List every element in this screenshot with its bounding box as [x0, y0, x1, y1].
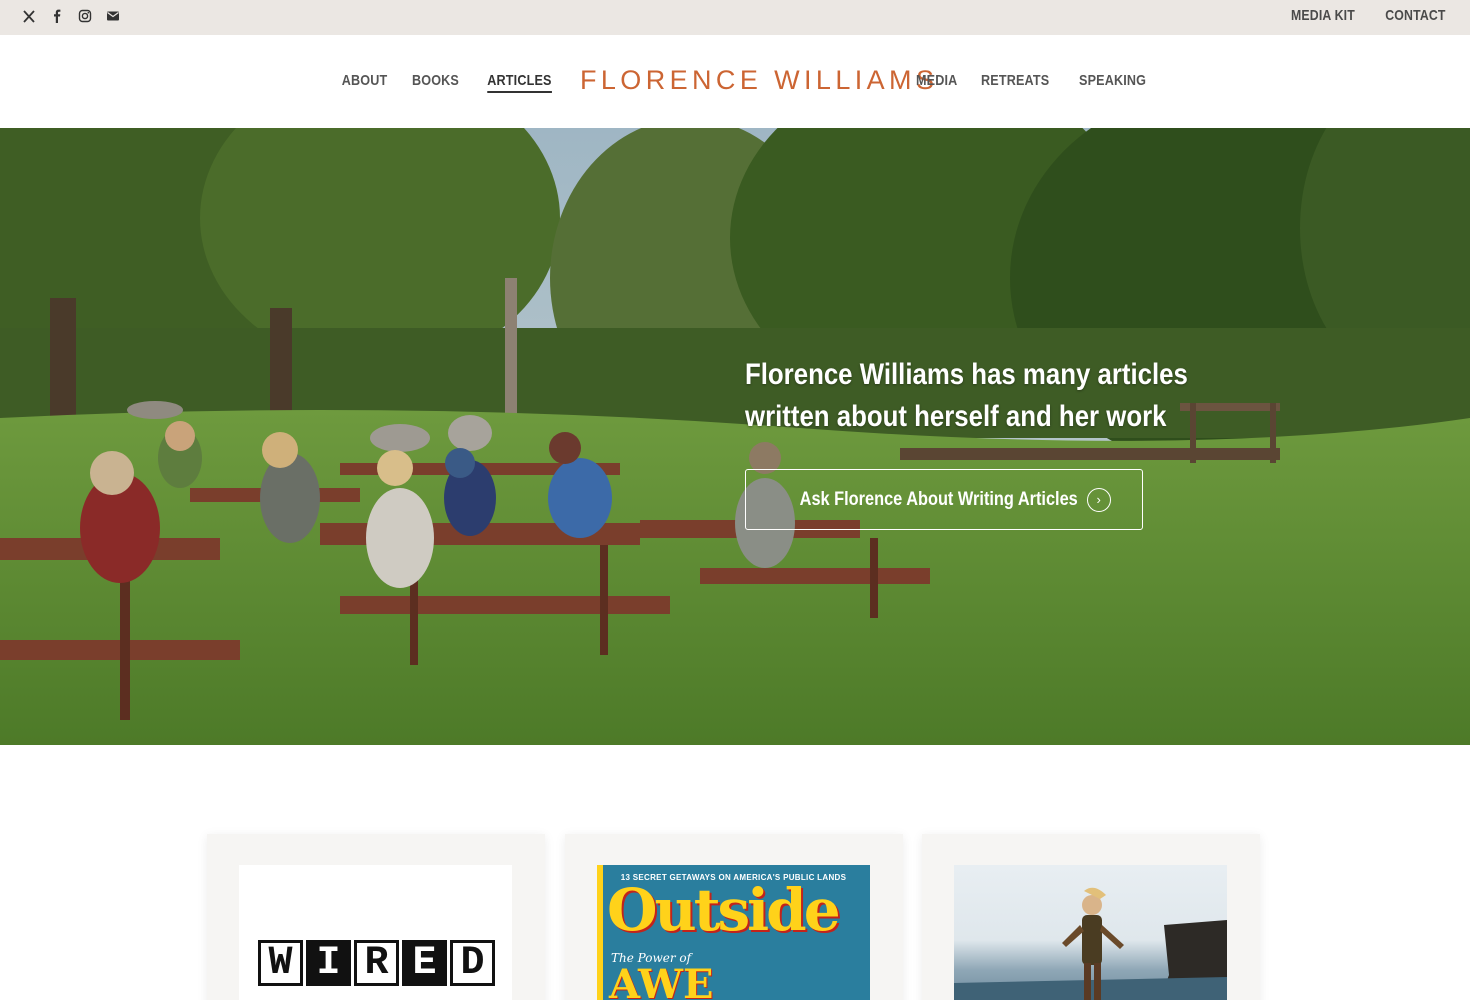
hero-heading: Florence Williams has many articles writ… — [745, 354, 1192, 438]
site-logo[interactable]: FLORENCE WILLIAMS — [580, 65, 934, 96]
wired-letter: W — [258, 940, 303, 986]
wired-thumbnail: W I R E D — [239, 865, 512, 1000]
cover-spine — [597, 865, 603, 1000]
hero-banner: Florence Williams has many articles writ… — [0, 128, 1470, 745]
instagram-icon[interactable] — [76, 7, 94, 25]
article-card-photo[interactable] — [922, 834, 1260, 1000]
chevron-right-circle-icon: › — [1086, 487, 1111, 512]
woman-on-coast-photo — [954, 865, 1227, 1000]
ask-florence-button-label: Ask Florence About Writing Articles — [799, 488, 1079, 510]
nav-articles[interactable]: ARTICLES — [487, 72, 552, 93]
media-kit-link[interactable]: MEDIA KIT — [1291, 7, 1355, 24]
wired-letter: E — [402, 940, 447, 986]
ask-florence-button[interactable]: Ask Florence About Writing Articles › — [745, 469, 1143, 530]
envelope-icon[interactable] — [104, 7, 122, 25]
coast-scene — [954, 887, 1227, 1000]
utility-links: MEDIA KIT CONTACT — [1277, 7, 1446, 24]
article-card-wired[interactable]: W I R E D — [207, 834, 545, 1000]
nav-about[interactable]: ABOUT — [342, 72, 388, 93]
nav-speaking[interactable]: SPEAKING — [1079, 72, 1146, 89]
top-utility-bar: MEDIA KIT CONTACT — [0, 0, 1470, 35]
cover-masthead: Outside — [607, 876, 841, 944]
nav-media[interactable]: MEDIA — [916, 72, 957, 89]
facebook-icon[interactable] — [48, 7, 66, 25]
nav-books[interactable]: BOOKS — [412, 72, 459, 93]
nav-left-group: ABOUT BOOKS ARTICLES — [333, 72, 552, 93]
wired-letter: D — [450, 940, 495, 986]
wired-letter: R — [354, 940, 399, 986]
wired-letter: I — [306, 940, 351, 986]
main-navigation: ABOUT BOOKS ARTICLES FLORENCE WILLIAMS M… — [0, 35, 1470, 128]
hero-heading-line-2: written about herself and her work — [745, 400, 1167, 433]
nav-retreats[interactable]: RETREATS — [981, 72, 1049, 89]
wired-logo: W I R E D — [258, 940, 495, 986]
cover-headline: AWE — [609, 961, 714, 1000]
outside-magazine-cover: 13 SECRET GETAWAYS ON AMERICA'S PUBLIC L… — [597, 865, 870, 1000]
hero-background-photo — [0, 128, 1470, 745]
social-links — [20, 7, 122, 25]
article-card-outside[interactable]: 13 SECRET GETAWAYS ON AMERICA'S PUBLIC L… — [565, 834, 903, 1000]
hero-heading-line-1: Florence Williams has many articles — [745, 358, 1188, 391]
x-icon[interactable] — [20, 7, 38, 25]
contact-link[interactable]: CONTACT — [1386, 7, 1446, 24]
nav-right-group: MEDIA RETREATS SPEAKING — [916, 72, 1159, 89]
